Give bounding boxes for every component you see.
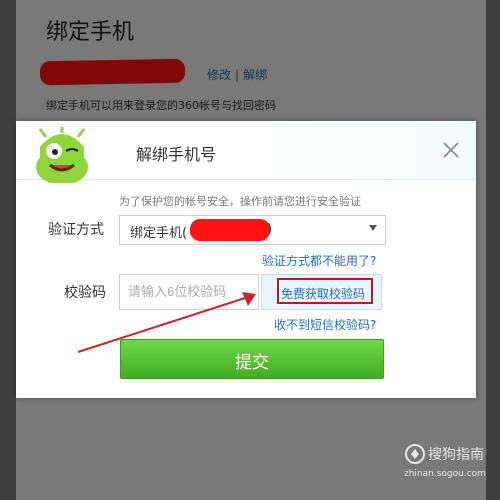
get-code-label: 免费获取校验码 — [281, 287, 366, 301]
no-sms-link[interactable]: 收不到短信校验码? — [274, 316, 376, 333]
dialog-title: 解绑手机号 — [136, 145, 217, 164]
sogou-logo-icon — [405, 444, 425, 464]
method-selected-suffix: ) — [267, 222, 273, 237]
verification-method-select[interactable]: 绑定手机( ) — [119, 215, 386, 245]
mascot-icon — [36, 127, 88, 183]
annotation-arrow-icon — [77, 292, 256, 353]
watermark-brand: 搜狗指南 — [428, 447, 484, 463]
dropdown-arrow-icon — [369, 225, 377, 231]
watermark: 搜狗指南 zhinan.sogou.com — [404, 443, 494, 487]
method-label: 验证方式 — [48, 222, 104, 238]
method-unavailable-link[interactable]: 验证方式都不能用了? — [262, 252, 376, 269]
dialog-header: 解绑手机号 — [16, 121, 476, 183]
security-hint: 为了保护您的帐号安全，操作前请您进行安全验证 — [119, 195, 361, 208]
highlight-box: 免费获取校验码 — [277, 278, 373, 304]
phone-redaction — [190, 219, 270, 241]
watermark-site: zhinan.sogou.com — [404, 469, 486, 479]
method-selected-text: 绑定手机( — [130, 226, 188, 241]
close-icon[interactable] — [438, 137, 464, 163]
